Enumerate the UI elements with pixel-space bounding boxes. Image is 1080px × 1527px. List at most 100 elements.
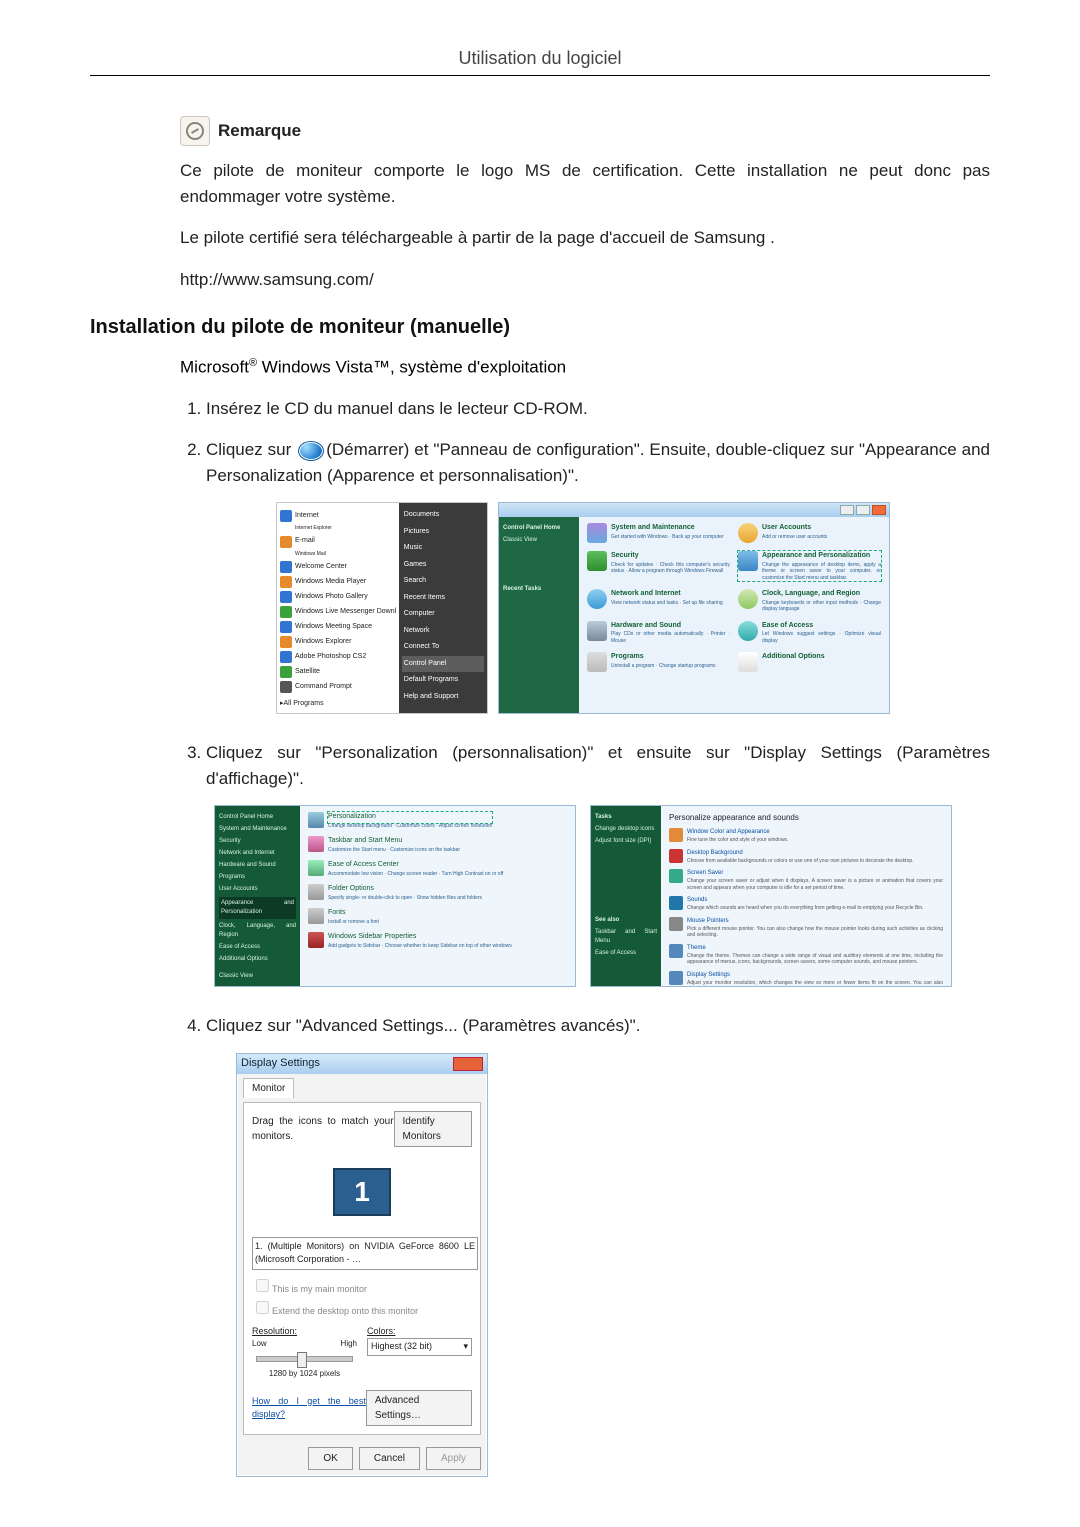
step-1: Insérez le CD du manuel dans le lecteur … — [206, 396, 990, 422]
mail-icon — [280, 536, 292, 548]
resolution-value: 1280 by 1024 pixels — [252, 1368, 357, 1380]
ap-3-s: Specify single- or double-click to open … — [328, 895, 482, 903]
close-button-icon — [872, 505, 886, 515]
note-label: Remarque — [218, 121, 301, 141]
sm-left-4: Welcome Center — [295, 562, 347, 573]
ap-side-1: System and Maintenance — [219, 825, 296, 834]
ok-button[interactable]: OK — [308, 1447, 352, 1470]
cp-side-0: Control Panel Home — [503, 524, 575, 533]
pers-0-t: Window Color and Appearance — [687, 828, 788, 837]
cp-cat-9-t: Additional Options — [762, 652, 881, 663]
sm-right-3: Games — [402, 557, 484, 574]
sm-left-9: Windows Explorer — [295, 637, 351, 648]
pers-see: See also — [595, 916, 657, 925]
cp-side-1: Classic View — [503, 536, 575, 545]
sm-right-10: Default Programs — [402, 672, 484, 689]
ap-0-t: Personalization — [328, 812, 492, 823]
cp-cat-6-t: Hardware and Sound — [611, 621, 730, 632]
ap-side-6: User Accounts — [219, 885, 296, 894]
colors-value: Highest (32 bit) — [371, 1340, 432, 1354]
os-intro: Microsoft® Windows Vista™, système d'exp… — [180, 357, 990, 378]
pers-side-0: Tasks — [595, 813, 657, 822]
sm-right-11: Help and Support — [402, 689, 484, 706]
cp-cat-1-t: User Accounts — [762, 523, 881, 534]
step-1-text: Insérez le CD du manuel dans le lecteur … — [206, 399, 588, 418]
pers-1-s: Choose from available backgrounds or col… — [687, 858, 914, 865]
cp-cat-4-t: Network and Internet — [611, 589, 730, 600]
cp-cat-5-t: Clock, Language, and Region — [762, 589, 881, 600]
start-orb-icon — [298, 441, 324, 461]
pers-5-s: Change the theme. Themes can change a wi… — [687, 953, 943, 966]
system-icon — [587, 523, 607, 543]
cancel-button[interactable]: Cancel — [359, 1447, 420, 1470]
note-icon — [180, 116, 210, 146]
cp-cat-2-s: Check for updates · Check this computer'… — [611, 562, 730, 575]
step-3-text: Cliquez sur "Personalization (personnali… — [206, 743, 990, 788]
hardware-icon — [587, 621, 607, 641]
pers-3-t: Sounds — [687, 896, 924, 905]
ap-side-7: Appearance and Personalization — [219, 897, 296, 919]
extend-desktop-checkbox[interactable]: Extend the desktop onto this monitor — [252, 1298, 472, 1319]
personalization-icon — [308, 812, 324, 828]
desktop-bg-icon — [669, 849, 683, 863]
ap-side-0: Control Panel Home — [219, 813, 296, 822]
monitor-select[interactable]: 1. (Multiple Monitors) on NVIDIA GeForce… — [252, 1237, 478, 1270]
note-paragraph-1: Ce pilote de moniteur comporte le logo M… — [180, 158, 990, 209]
cp-cat-8-s: Uninstall a program · Change startup pro… — [611, 663, 730, 670]
explorer-icon — [280, 636, 292, 648]
os-intro-post: Windows Vista™, système d'exploitation — [257, 358, 566, 377]
cp-cat-1-s: Add or remove user accounts — [762, 534, 881, 541]
close-icon[interactable] — [453, 1057, 483, 1071]
step-4: Cliquez sur "Advanced Settings... (Param… — [206, 1013, 990, 1477]
screenshot-start-menu: Internet Internet Explorer E-mail Window… — [276, 502, 488, 714]
resolution-slider[interactable] — [256, 1356, 353, 1362]
sm-right-6: Computer — [402, 606, 484, 623]
registered-symbol: ® — [249, 357, 257, 369]
step-2: Cliquez sur (Démarrer) et "Panneau de co… — [206, 437, 990, 714]
pers-2-t: Screen Saver — [687, 869, 943, 878]
sm-right-9: Control Panel — [402, 656, 484, 673]
ap-3-t: Folder Options — [328, 884, 482, 895]
color-appearance-icon — [669, 828, 683, 842]
cp-cat-8-t: Programs — [611, 652, 730, 663]
pers-6-s: Adjust your monitor resolution, which ch… — [687, 980, 943, 988]
screenshot-appearance-personalization: Control Panel Home System and Maintenanc… — [214, 805, 576, 987]
meeting-icon — [280, 621, 292, 633]
pers-4-t: Mouse Pointers — [687, 917, 943, 926]
sm-left-3: Windows Mail — [295, 551, 326, 559]
cp-side-2: Recent Tasks — [503, 585, 575, 594]
sm-right-2: Music — [402, 540, 484, 557]
screenshot-control-panel: Control Panel Home Classic View Recent T… — [498, 502, 890, 714]
cmd-icon — [280, 681, 292, 693]
sm-left-2: E-mail — [295, 536, 315, 547]
res-low: Low — [252, 1338, 267, 1350]
chk2-label: Extend the desktop onto this monitor — [272, 1306, 418, 1316]
pers-heading: Personalize appearance and sounds — [669, 812, 943, 824]
monitor-icon[interactable]: 1 — [333, 1168, 391, 1216]
sounds-icon — [669, 896, 683, 910]
ap-4-s: Install or remove a font — [328, 919, 379, 927]
colors-dropdown[interactable]: Highest (32 bit)▾ — [367, 1338, 472, 1356]
sm-right-4: Search — [402, 573, 484, 590]
security-icon — [587, 551, 607, 571]
main-monitor-checkbox[interactable]: This is my main monitor — [252, 1276, 472, 1297]
pers-side-1: Change desktop icons — [595, 825, 657, 834]
ds-tab-monitor[interactable]: Monitor — [243, 1078, 294, 1098]
best-display-help-link[interactable]: How do I get the best display? — [252, 1395, 366, 1422]
screenshot-personalization: Tasks Change desktop icons Adjust font s… — [590, 805, 952, 987]
additional-icon — [738, 652, 758, 672]
ap-1-s: Customize the Start menu · Customize ico… — [328, 847, 460, 855]
step-2-text-b: (Démarrer) et "Panneau de configuration"… — [206, 440, 990, 485]
pers-2-s: Change your screen saver or adjust when … — [687, 878, 943, 891]
appearance-icon — [738, 551, 758, 571]
ap-side-10: Additional Options — [219, 955, 296, 964]
display-settings-icon — [669, 971, 683, 985]
ease-icon — [308, 860, 324, 876]
ap-5-t: Windows Sidebar Properties — [328, 932, 512, 943]
cp-cat-7-s: Let Windows suggest settings · Optimize … — [762, 631, 881, 644]
identify-monitors-button[interactable]: Identify Monitors — [394, 1111, 472, 1147]
apply-button[interactable]: Apply — [426, 1447, 481, 1470]
pers-see-1: Ease of Access — [595, 949, 657, 958]
sat-icon — [280, 666, 292, 678]
advanced-settings-button[interactable]: Advanced Settings… — [366, 1390, 472, 1426]
